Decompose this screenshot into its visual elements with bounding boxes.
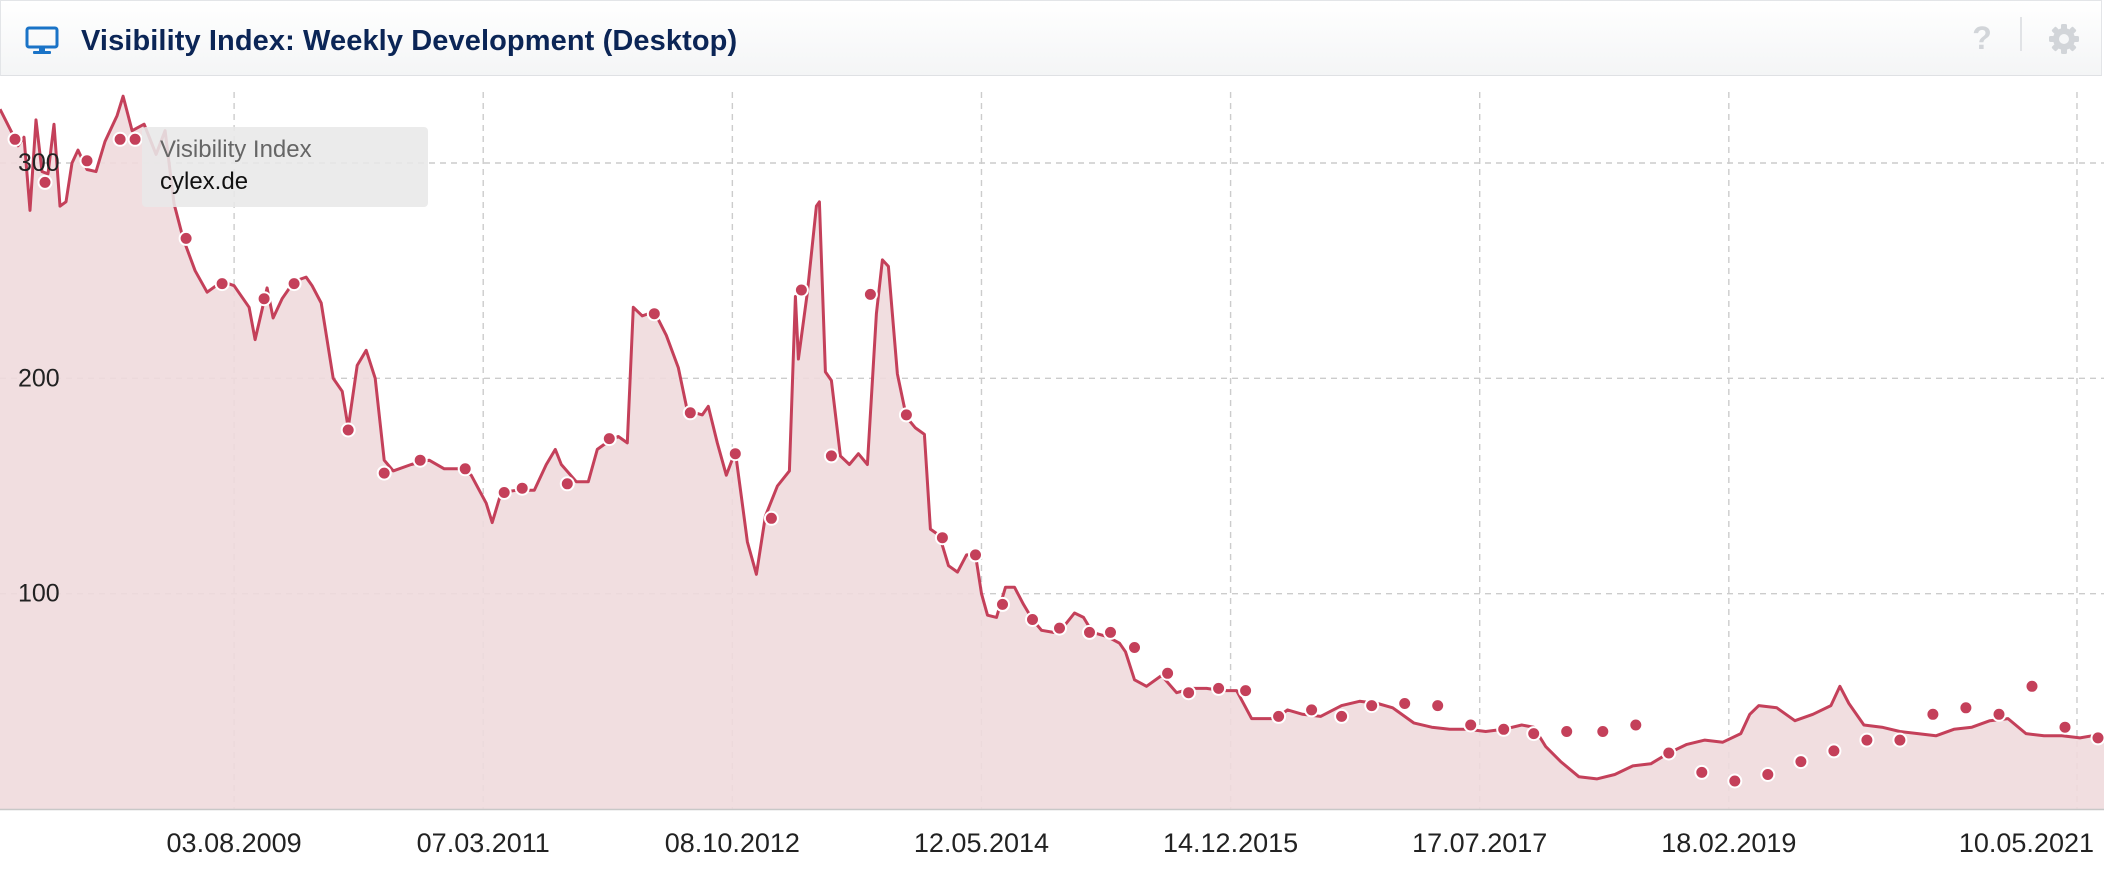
data-point-34 [1181, 685, 1197, 701]
data-point-2 [79, 153, 95, 169]
data-point-11 [412, 452, 428, 468]
data-point-46 [1559, 724, 1575, 739]
data-point-22 [823, 448, 839, 464]
data-point-48 [1628, 717, 1644, 733]
data-point-39 [1334, 708, 1350, 724]
data-point-12 [457, 461, 473, 477]
y-tick-label-300: 300 [18, 149, 60, 177]
data-point-17 [646, 306, 662, 322]
data-point-35 [1211, 680, 1227, 696]
data-point-51 [1727, 773, 1743, 789]
data-point-28 [1025, 612, 1040, 627]
data-point-44 [1496, 721, 1512, 737]
data-point-24 [898, 407, 914, 423]
data-point-60 [2024, 678, 2040, 694]
data-point-31 [1103, 624, 1118, 640]
x-tick-label-7: 10.05.2021 [1959, 828, 2094, 858]
data-point-19 [727, 446, 743, 462]
x-tick-label-1: 07.03.2011 [417, 828, 550, 858]
data-point-32 [1127, 640, 1142, 655]
data-point-47 [1595, 724, 1611, 739]
data-point-53 [1793, 754, 1809, 770]
data-point-25 [934, 530, 950, 546]
x-tick-label-4: 14.12.2015 [1163, 828, 1298, 858]
data-point-41 [1397, 696, 1413, 711]
data-point-20 [763, 510, 779, 526]
data-point-56 [1892, 732, 1908, 748]
data-point-16 [601, 431, 617, 447]
data-point-33 [1160, 665, 1176, 681]
chart-tooltip: Visibility Index cylex.de [142, 127, 428, 207]
data-point-26 [968, 547, 983, 563]
data-point-15 [559, 476, 575, 492]
data-point-13 [496, 485, 512, 500]
data-point-52 [1760, 767, 1776, 782]
data-point-55 [1859, 732, 1875, 748]
data-point-7 [256, 291, 272, 307]
data-point-54 [1826, 743, 1842, 759]
chart-title: Visibility Index: Weekly Development (De… [81, 25, 738, 57]
data-point-50 [1694, 764, 1710, 780]
data-point-5 [178, 230, 194, 246]
data-point-10 [376, 465, 392, 481]
data-point-49 [1661, 745, 1677, 761]
data-point-40 [1364, 698, 1380, 714]
monitor-icon [25, 26, 59, 56]
data-point-3 [112, 131, 128, 147]
data-point-37 [1271, 708, 1287, 724]
data-point-58 [1958, 700, 1974, 716]
data-point-36 [1238, 683, 1254, 699]
help-icon[interactable]: ? [1967, 18, 1997, 58]
data-point-45 [1526, 726, 1542, 742]
x-tick-label-2: 08.10.2012 [665, 828, 800, 858]
data-point-38 [1304, 702, 1320, 718]
data-point-27 [995, 596, 1010, 612]
x-tick-label-3: 12.05.2014 [914, 828, 1049, 858]
data-point-42 [1430, 698, 1446, 714]
data-point-21 [793, 282, 809, 298]
data-point-0 [7, 131, 23, 147]
chart-header: Visibility Index: Weekly Development (De… [0, 0, 2102, 76]
data-point-62 [2090, 730, 2104, 746]
y-tick-label-100: 100 [18, 580, 60, 608]
data-point-9 [340, 422, 356, 438]
data-point-59 [1991, 706, 2007, 722]
data-point-57 [1925, 706, 1941, 722]
data-point-61 [2057, 719, 2073, 735]
x-tick-label-6: 18.02.2019 [1661, 828, 1796, 858]
data-point-6 [214, 276, 230, 292]
y-tick-label-200: 200 [18, 364, 60, 392]
gear-icon[interactable] [2046, 21, 2082, 57]
data-point-4 [127, 131, 143, 147]
tooltip-domain: cylex.de [160, 168, 249, 195]
x-tick-label-5: 17.07.2017 [1412, 828, 1547, 858]
x-tick-label-0: 03.08.2009 [167, 828, 302, 858]
data-point-30 [1082, 624, 1097, 640]
data-point-43 [1463, 717, 1479, 733]
data-point-14 [514, 480, 530, 496]
tooltip-label: Visibility Index [160, 136, 312, 163]
data-point-23 [862, 286, 878, 302]
header-divider [2020, 17, 2022, 51]
data-point-1 [37, 174, 53, 190]
data-point-8 [286, 276, 302, 292]
data-point-18 [682, 405, 698, 421]
data-point-29 [1052, 620, 1067, 636]
